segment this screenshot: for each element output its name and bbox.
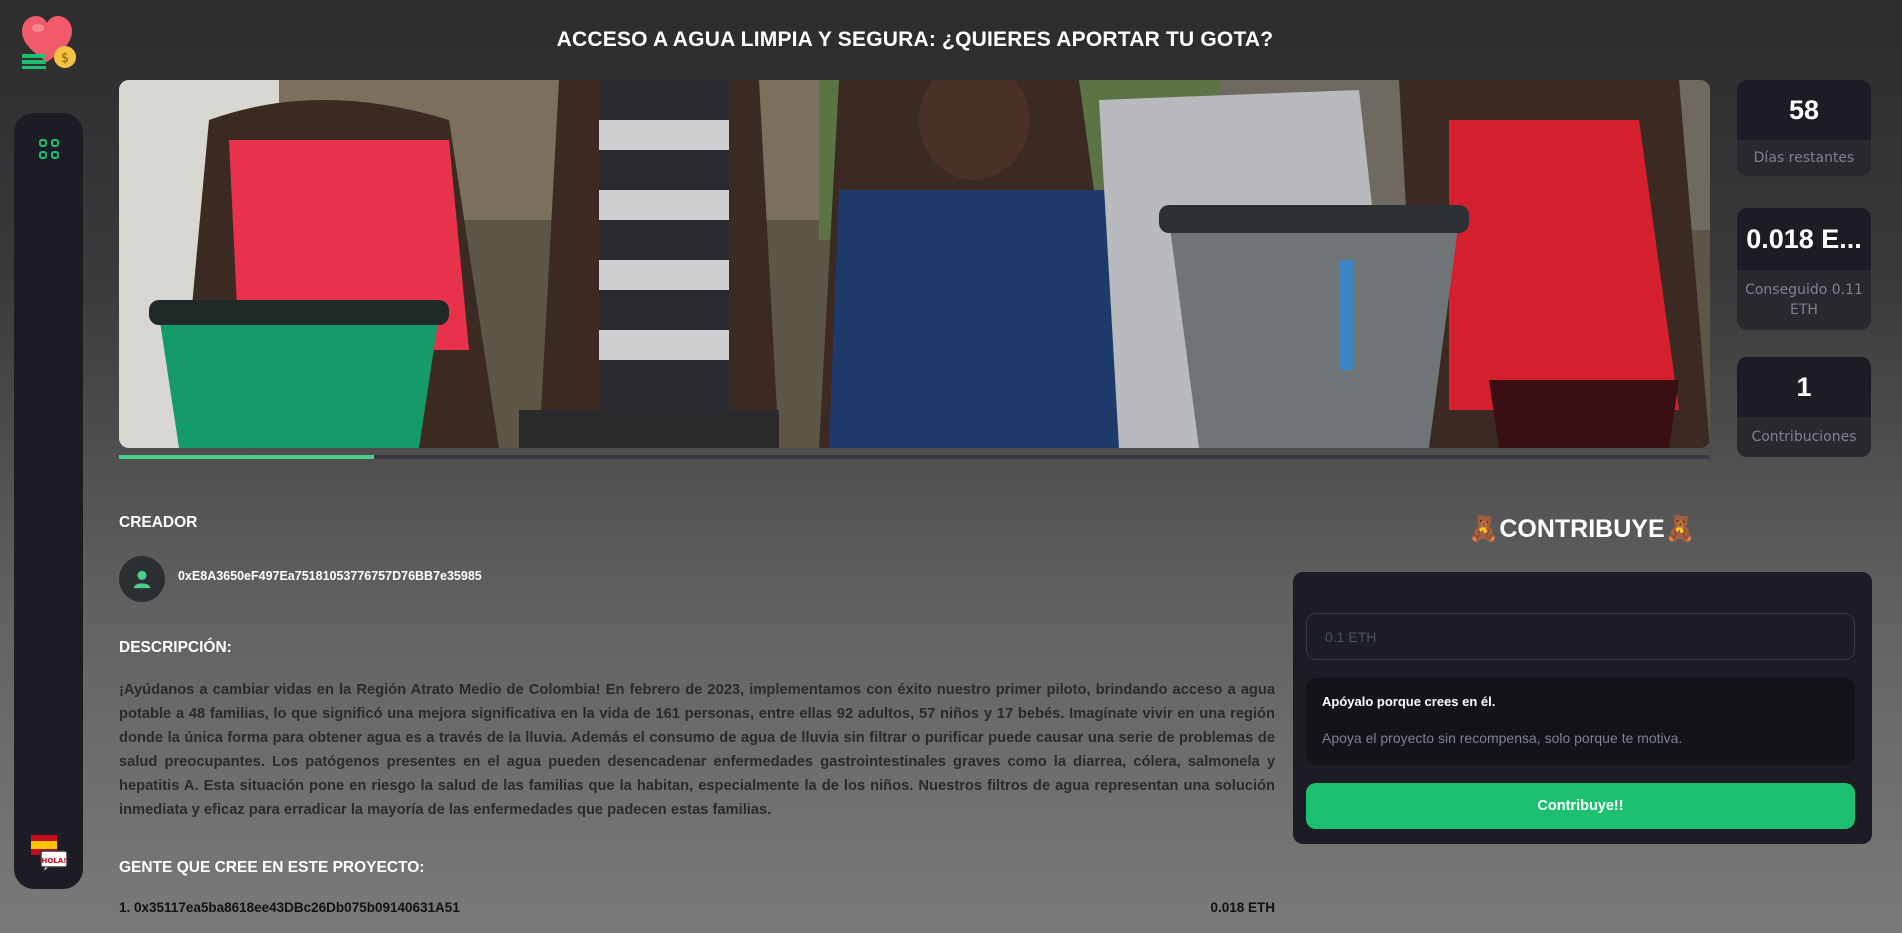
- description-text: ¡Ayúdanos a cambiar vidas en la Región A…: [119, 682, 1275, 818]
- raised-label: Conseguido 0.11 ETH: [1737, 270, 1871, 330]
- contributions-value: 1: [1737, 357, 1871, 417]
- heart-coin-logo-icon: $: [22, 16, 76, 69]
- campaign-image: [119, 80, 1710, 448]
- backer-amount: 0.018 ETH: [1210, 900, 1275, 915]
- backers-heading: GENTE QUE CREE EN ESTE PROYECTO:: [119, 859, 425, 876]
- funding-progress-fill: [119, 455, 374, 459]
- contribute-title: 🧸CONTRIBUYE🧸: [1468, 515, 1696, 543]
- days-left-label: Días restantes: [1737, 140, 1871, 176]
- backer-row: 1. 0x35117ea5ba8618ee43DBc26Db075b091406…: [119, 900, 1275, 915]
- contributions-card: 1 Contribuciones: [1737, 357, 1871, 457]
- days-left-card: 58 Días restantes: [1737, 80, 1871, 176]
- creator-heading: CREADOR: [119, 514, 198, 531]
- info-text: Apoya el proyecto sin recompensa, solo p…: [1322, 730, 1683, 746]
- creator-address: 0xE8A3650eF497Ea75181053776757D76BB7e359…: [178, 569, 482, 583]
- funding-progress-bar: [119, 455, 1710, 459]
- sidebar: HOLA!: [14, 113, 83, 889]
- creator-avatar: [119, 556, 165, 602]
- user-icon: [133, 570, 151, 589]
- amount-input[interactable]: [1306, 613, 1855, 660]
- raised-card: 0.018 E... Conseguido 0.11 ETH: [1737, 208, 1871, 330]
- days-left-value: 58: [1737, 80, 1871, 140]
- spanish-flag-icon[interactable]: HOLA!: [29, 833, 69, 873]
- contribute-button[interactable]: Contribuye!!: [1306, 783, 1855, 829]
- info-heading: Apóyalo porque crees en él.: [1322, 694, 1496, 709]
- dashboard-grid-icon[interactable]: [36, 136, 62, 162]
- svg-text:$: $: [61, 51, 69, 66]
- contributions-label: Contribuciones: [1737, 417, 1871, 457]
- page-title: ACCESO A AGUA LIMPIA Y SEGURA: ¿QUIERES …: [556, 28, 1274, 51]
- svg-text:HOLA!: HOLA!: [42, 857, 67, 865]
- backer-address: 1. 0x35117ea5ba8618ee43DBc26Db075b091406…: [119, 900, 460, 915]
- description-heading: DESCRIPCIÓN:: [119, 639, 232, 656]
- info-box: Apóyalo porque crees en él. Apoya el pro…: [1306, 678, 1855, 765]
- raised-value: 0.018 E...: [1737, 208, 1871, 270]
- contribute-panel: Apóyalo porque crees en él. Apoya el pro…: [1293, 572, 1872, 844]
- app-logo[interactable]: $: [20, 14, 78, 70]
